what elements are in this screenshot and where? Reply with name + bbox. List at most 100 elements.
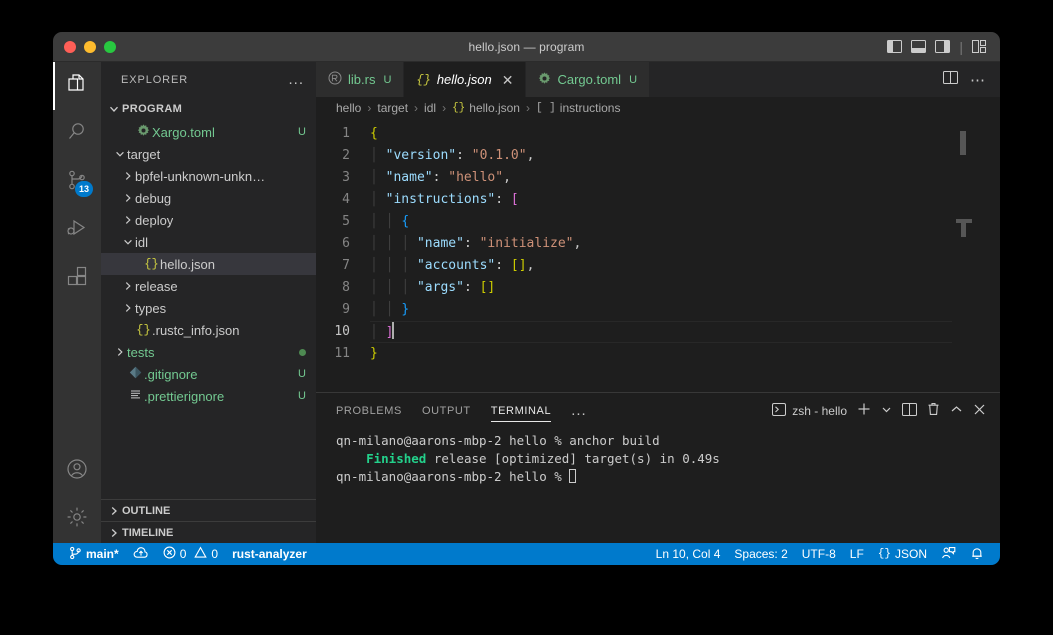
split-terminal-icon[interactable] [902,402,917,419]
kill-terminal-icon[interactable] [927,402,940,419]
terminal-dropdown-icon[interactable] [881,404,892,418]
tree-item-label: debug [135,190,172,206]
minimize-window-button[interactable] [84,40,96,53]
breadcrumb-item-file[interactable]: hello.json [469,101,520,115]
toggle-primary-sidebar-icon[interactable] [887,40,903,53]
terminal-selector[interactable]: zsh - hello [772,402,847,419]
editor-tab-actions: ⋯ [929,62,1000,97]
status-indentation[interactable]: Spaces: 2 [727,543,794,565]
new-terminal-icon[interactable] [857,402,871,419]
code-line[interactable]: 3 │ "name": "hello", [316,167,952,189]
code-line[interactable]: 5 │ │ { [316,211,952,233]
panel-tab-problems[interactable]: PROBLEMS [336,393,402,428]
terminal-text: anchor build [569,433,660,448]
code-editor[interactable]: 1{2 │ "version": "0.1.0", 3 │ "name": "hell… [316,119,1000,392]
code-line[interactable]: 10 │ ] [316,321,952,343]
tree-item-tests[interactable]: tests [101,341,316,363]
panel-tab-output[interactable]: OUTPUT [422,393,471,428]
tree-item-idl[interactable]: idl [101,231,316,253]
json-icon: {} [135,323,152,337]
sidebar-more-actions-icon[interactable]: ... [288,71,308,88]
json-icon: {} [877,548,891,560]
terminal-prompt: qn-milano@aarons-mbp-2 hello % [336,433,570,448]
status-branch[interactable]: main* [62,543,126,565]
activity-item-run-and-debug[interactable] [53,206,101,254]
zoom-window-button[interactable] [104,40,116,53]
tree-item-bpfel-unknown-unkn[interactable]: bpfel-unknown-unkn… [101,165,316,187]
tree-item-release[interactable]: release [101,275,316,297]
panel-more-tabs-icon[interactable]: ... [571,402,587,419]
status-encoding[interactable]: UTF-8 [795,543,843,565]
code-line[interactable]: 8 │ │ │ "args": [] [316,277,952,299]
status-problems[interactable]: 0 0 [156,543,225,565]
toggle-secondary-sidebar-icon[interactable] [935,40,951,53]
activity-item-search[interactable] [53,110,101,158]
error-count: 0 [179,547,187,561]
status-feedback[interactable] [934,543,963,565]
maximize-panel-icon[interactable] [950,404,963,418]
activity-item-explorer[interactable] [53,62,101,110]
workbench-body: 13 EXPLORER ... PROGRAM Xargo.toml U tar… [53,62,1000,543]
breadcrumb-item-hello[interactable]: hello [336,101,361,115]
code-line[interactable]: 6 │ │ │ "name": "initialize", [316,233,952,255]
tree-item-deploy[interactable]: deploy [101,209,316,231]
status-bar-left: main* 0 0 rust-analyzer [53,543,314,565]
status-eol[interactable]: LF [843,543,871,565]
sidebar-title: EXPLORER [121,73,189,86]
code-lines[interactable]: 1{2 │ "version": "0.1.0", 3 │ "name": "hell… [316,119,952,392]
tree-item-gitignore[interactable]: .gitignore U [101,363,316,385]
editor-more-actions-icon[interactable]: ⋯ [970,71,986,89]
code-line[interactable]: 11} [316,343,952,365]
status-sync[interactable] [126,543,156,565]
tree-item-xargo-toml[interactable]: Xargo.toml U [101,121,316,143]
language-label: JSON [894,547,927,561]
close-tab-icon[interactable]: ✕ [502,73,514,87]
tree-item-prettierignore[interactable]: .prettierignore U [101,385,316,407]
breadcrumb-item-instructions[interactable]: instructions [560,101,621,115]
toggle-panel-icon[interactable] [911,40,927,53]
status-language-mode[interactable]: {} JSON [871,543,934,565]
git-icon [129,366,142,382]
split-editor-icon[interactable] [943,70,958,89]
terminal-highlight: Finished [366,451,427,466]
code-text: │ │ │ "args": [] [370,280,496,295]
close-window-button[interactable] [64,40,76,53]
status-language-server[interactable]: rust-analyzer [225,543,314,565]
editor-vertical-scrollbar[interactable] [990,119,1000,392]
breadcrumb-item-idl[interactable]: idl [424,101,436,115]
status-notifications[interactable] [963,543,991,565]
window-controls[interactable] [53,40,116,53]
customize-layout-icon[interactable] [972,40,987,53]
tree-item-label: deploy [135,212,174,228]
sidebar-section-timeline[interactable]: TIMELINE [101,521,316,543]
tree-item-label: tests [127,344,155,360]
activity-item-manage[interactable] [53,495,101,543]
code-line[interactable]: 9 │ │ } [316,299,952,321]
tree-item-debug[interactable]: debug [101,187,316,209]
breadcrumb-item-target[interactable]: target [377,101,408,115]
code-line[interactable]: 2 │ "version": "0.1.0", [316,145,952,167]
tree-item-target[interactable]: target [101,143,316,165]
panel-tab-terminal[interactable]: TERMINAL [490,393,552,428]
editor-tab-hello-json[interactable]: {} hello.json ✕ [404,62,527,97]
editor-tab-cargo-toml[interactable]: Cargo.toml U [526,62,651,97]
sidebar-section-outline[interactable]: OUTLINE [101,499,316,521]
terminal-output[interactable]: qn-milano@aarons-mbp-2 hello % anchor bu… [316,428,1000,543]
tree-item-rustc-info-json[interactable]: {} .rustc_info.json [101,319,316,341]
tree-item-hello-json[interactable]: {} hello.json [101,253,316,275]
minimap[interactable] [952,119,990,392]
activity-item-extensions[interactable] [53,254,101,302]
status-cursor-position[interactable]: Ln 10, Col 4 [649,543,728,565]
activity-item-source-control[interactable]: 13 [53,158,101,206]
tree-item-types[interactable]: types [101,297,316,319]
editor-tab-lib-rs[interactable]: lib.rs U [316,62,405,97]
code-line[interactable]: 1{ [316,123,952,145]
close-panel-icon[interactable] [973,403,986,419]
terminal-icon [772,402,787,419]
activity-bar: 13 [53,62,101,543]
files-icon [65,72,89,101]
code-line[interactable]: 7 │ │ │ "accounts": [], [316,255,952,277]
activity-item-accounts[interactable] [53,447,101,495]
code-line[interactable]: 4 │ "instructions": [ [316,189,952,211]
explorer-section-program[interactable]: PROGRAM [101,97,316,121]
